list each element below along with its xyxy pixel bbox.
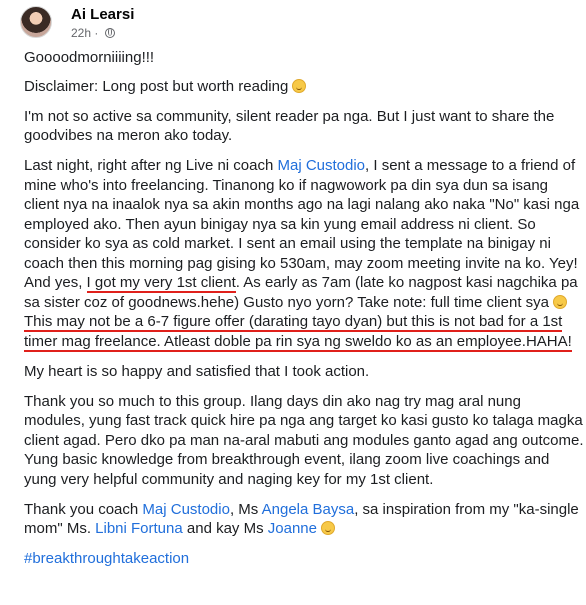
highlight-first-client: I got my very 1st client — [86, 274, 236, 293]
author-name[interactable]: Ai Learsi — [71, 6, 134, 23]
avatar[interactable] — [20, 6, 52, 38]
disclaimer-text: Disclaimer: Long post but worth reading — [24, 77, 289, 95]
post-body: Goooodmorniiiing!!! Disclaimer: Long pos… — [24, 48, 584, 579]
meta-dot: · — [94, 26, 99, 40]
thanks2-text-d: and kay Ms — [182, 520, 268, 537]
thanks2-text-a: Thank you coach — [24, 500, 143, 518]
mention-angela-baysa[interactable]: Angela Baysa — [262, 501, 355, 518]
story-text-b: , I sent a message to a friend of mine w… — [24, 157, 580, 291]
story-paragraph: Last night, right after ng Live ni coach… — [24, 156, 584, 352]
mention-libni-fortuna[interactable]: Libni Fortuna — [95, 520, 183, 537]
highlight-offer: This may not be a 6-7 figure offer (dara… — [24, 313, 572, 352]
thanks2-paragraph: Thank you coach Maj Custodio, Ms Angela … — [24, 500, 584, 539]
mention-maj-custodio[interactable]: Maj Custodio — [142, 501, 230, 518]
thanks2-text-b: , Ms — [229, 500, 262, 518]
smile-emoji-icon — [553, 294, 568, 309]
intro-paragraph: I'm not so active sa community, silent r… — [24, 107, 555, 145]
post-meta: 22h · — [71, 26, 115, 40]
coach-link[interactable]: Maj Custodio — [277, 157, 365, 174]
smile-emoji-icon — [292, 78, 307, 93]
thanks-paragraph: Thank you so much to this group. Ilang d… — [24, 392, 584, 488]
hashtag-paragraph: #breakthroughtakeaction — [24, 549, 584, 569]
mention-joanne[interactable]: Joanne — [268, 520, 317, 537]
story-text-a: Last night, right after ng Live ni coach — [24, 157, 278, 174]
greeting-paragraph: Goooodmorniiiing!!! — [24, 49, 155, 66]
disclaimer-paragraph: Disclaimer: Long post but worth reading — [24, 77, 584, 97]
hashtag-link[interactable]: #breakthroughtakeaction — [24, 550, 189, 567]
post-time[interactable]: 22h — [71, 26, 91, 40]
smile-emoji-icon — [321, 521, 336, 535]
globe-icon — [104, 28, 115, 38]
heart-paragraph: My heart is so happy and satisfied that … — [24, 362, 370, 380]
